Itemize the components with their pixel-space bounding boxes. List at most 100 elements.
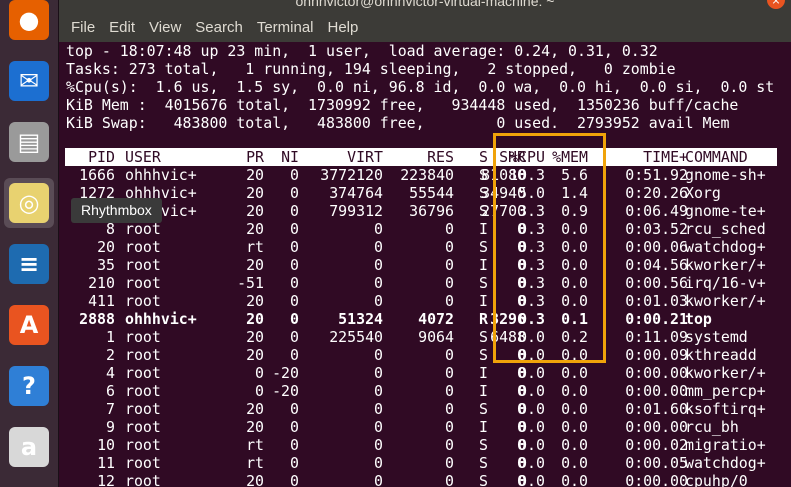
summary-line: KiB Swap: 483800 total, 483800 free, 0 u… — [66, 114, 730, 132]
launcher-item-rhythmbox[interactable]: ◎ — [4, 178, 54, 228]
process-cmd: kworker/+ — [685, 364, 766, 382]
window-titlebar[interactable]: ohhhvictor@ohhhvictor-virtual-machine: ~… — [59, 0, 791, 12]
process-res: 0 — [445, 472, 454, 487]
process-virt: 0 — [374, 472, 383, 487]
process-s: I — [479, 364, 488, 382]
process-s: S — [479, 184, 488, 202]
process-res: 0 — [445, 238, 454, 256]
menu-edit[interactable]: Edit — [109, 19, 135, 36]
process-virt: 0 — [374, 364, 383, 382]
process-pr: 20 — [246, 184, 264, 202]
process-mem: 0.0 — [561, 364, 588, 382]
menu-help[interactable]: Help — [328, 19, 359, 36]
process-cpu: 0.0 — [518, 418, 545, 436]
ubuntu-software-icon: A — [9, 305, 49, 345]
launcher-item-files[interactable]: ▤ — [4, 117, 54, 167]
window-title: ohhhvictor@ohhhvictor-virtual-machine: ~ — [295, 0, 555, 9]
thunderbird-icon: ✉ — [9, 61, 49, 101]
process-ni: 0 — [290, 454, 299, 472]
process-row: 20 root rt 0 0 0 0 S 0.3 0.0 0:00.06 watchdog+ — [59, 238, 791, 256]
process-pr: 0 — [255, 364, 264, 382]
process-ni: 0 — [290, 238, 299, 256]
launcher-item-help[interactable]: ? — [4, 361, 54, 411]
process-user: root — [125, 346, 161, 364]
process-row: 11 root rt 0 0 0 0 S 0.0 0.0 0:00.05 watchdog+ — [59, 454, 791, 472]
process-mem: 0.0 — [561, 472, 588, 487]
process-row: 9 root 20 0 0 0 0 I 0.0 0.0 0:00.00 rcu_bh — [59, 418, 791, 436]
process-cmd: kworker/+ — [685, 292, 766, 310]
launcher-item-firefox[interactable]: ● — [4, 0, 54, 45]
launcher-item-libreoffice-writer[interactable]: ≡ — [4, 239, 54, 289]
process-pid: 4 — [106, 364, 115, 382]
firefox-icon: ● — [9, 0, 49, 40]
menu-view[interactable]: View — [149, 19, 181, 36]
process-cmd: systemd — [685, 328, 748, 346]
process-pr: 20 — [246, 292, 264, 310]
launcher-item-ubuntu-software[interactable]: A — [4, 300, 54, 350]
process-cmd: migratio+ — [685, 436, 766, 454]
files-icon: ▤ — [9, 122, 49, 162]
process-time: 0:11.09 — [625, 328, 688, 346]
column-header-virt: VIRT — [347, 148, 383, 166]
process-cmd: Xorg — [685, 184, 721, 202]
process-ni: -20 — [272, 382, 299, 400]
process-pr: rt — [246, 436, 264, 454]
process-virt: 0 — [374, 418, 383, 436]
process-pid: 11 — [97, 454, 115, 472]
process-res: 223840 — [400, 166, 454, 184]
process-s: S — [479, 436, 488, 454]
process-ni: -20 — [272, 364, 299, 382]
process-time: 0:00.00 — [625, 364, 688, 382]
process-s: S — [479, 238, 488, 256]
process-res: 0 — [445, 274, 454, 292]
process-res: 55544 — [409, 184, 454, 202]
menu-terminal[interactable]: Terminal — [257, 19, 314, 36]
process-res: 9064 — [418, 328, 454, 346]
launcher-item-thunderbird[interactable]: ✉ — [4, 56, 54, 106]
launcher-item-amazon[interactable]: a — [4, 422, 54, 472]
process-pr: 20 — [246, 400, 264, 418]
summary-line: Tasks: 273 total, 1 running, 194 sleepin… — [66, 60, 676, 78]
process-pr: rt — [246, 238, 264, 256]
process-mem: 0.0 — [561, 454, 588, 472]
process-cpu: 0.0 — [518, 364, 545, 382]
process-virt: 0 — [374, 220, 383, 238]
process-row: 2888 ohhhvic+ 20 0 51324 4072 3296 R 0.3 0.1 0:00.… — [59, 310, 791, 328]
process-row: 2 root 20 0 0 0 0 S 0.0 0.0 0:00.09 kthreadd — [59, 346, 791, 364]
process-pid: 1 — [106, 328, 115, 346]
menu-bar: File Edit View Search Terminal Help — [59, 12, 791, 42]
process-res: 0 — [445, 292, 454, 310]
column-header-pid: PID — [88, 148, 115, 166]
process-s: S — [479, 454, 488, 472]
process-cpu: 0.0 — [518, 400, 545, 418]
process-cmd: kworker/+ — [685, 256, 766, 274]
process-row: 210 root -51 0 0 0 0 S 0.3 0.0 0:00.56 irq/16-v+ — [59, 274, 791, 292]
process-row: 4 root 0 -20 0 0 0 I 0.0 0.0 0:00.00 kworker/+ — [59, 364, 791, 382]
process-pr: 20 — [246, 346, 264, 364]
process-cmd: irq/16-v+ — [685, 274, 766, 292]
process-user: root — [125, 472, 161, 487]
process-time: 0:00.00 — [625, 382, 688, 400]
terminal-output[interactable]: top - 18:07:48 up 23 min, 1 user, load a… — [59, 42, 791, 487]
process-virt: 3772120 — [320, 166, 383, 184]
process-virt: 0 — [374, 238, 383, 256]
process-pr: rt — [246, 454, 264, 472]
process-virt: 0 — [374, 346, 383, 364]
process-user: root — [125, 454, 161, 472]
process-res: 0 — [445, 418, 454, 436]
menu-search[interactable]: Search — [195, 19, 243, 36]
process-virt: 0 — [374, 274, 383, 292]
process-s: S — [479, 274, 488, 292]
process-res: 36796 — [409, 202, 454, 220]
column-header-time: TIME+ — [643, 148, 688, 166]
process-s: R — [479, 310, 488, 328]
process-pid: 411 — [88, 292, 115, 310]
process-res: 0 — [445, 436, 454, 454]
process-time: 0:01.03 — [625, 292, 688, 310]
process-res: 0 — [445, 256, 454, 274]
menu-file[interactable]: File — [71, 19, 95, 36]
process-time: 0:06.49 — [625, 202, 688, 220]
process-row: 10 root rt 0 0 0 0 S 0.0 0.0 0:00.02 migratio+ — [59, 436, 791, 454]
process-cmd: top — [685, 310, 712, 328]
process-pr: 20 — [246, 310, 264, 328]
